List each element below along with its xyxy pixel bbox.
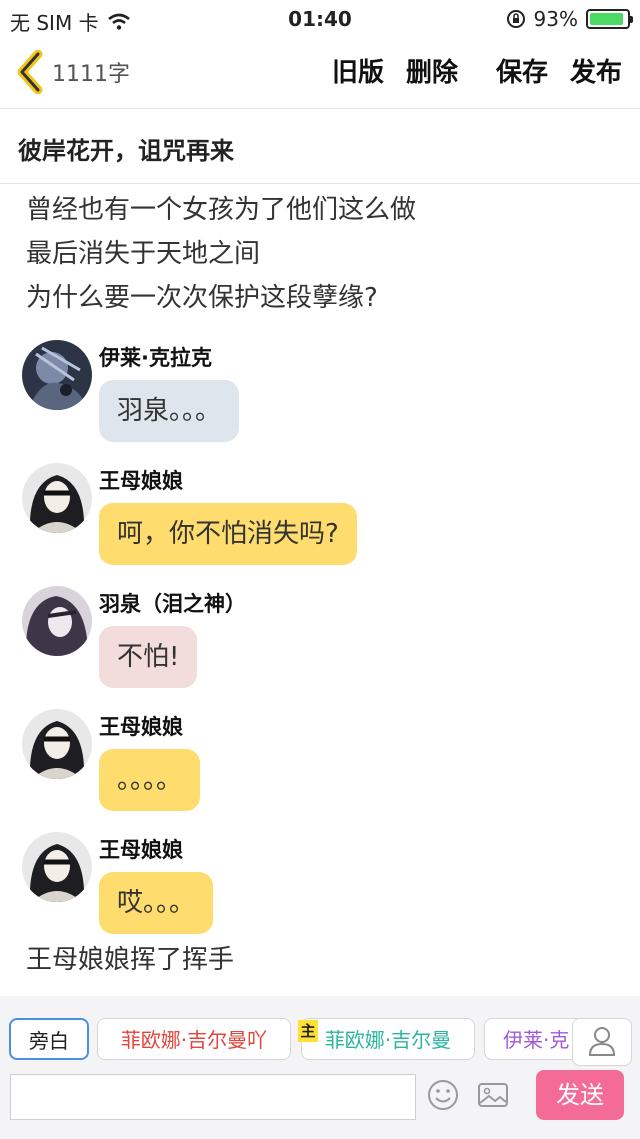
- character-selector: 旁白 菲欧娜·吉尔曼吖 菲欧娜·吉尔曼 伊莱·克: [0, 1018, 640, 1062]
- speaker-name: 伊莱·克拉克: [99, 346, 212, 370]
- emoji-button[interactable]: [426, 1078, 462, 1114]
- avatar[interactable]: [22, 586, 92, 656]
- speaker-name: 羽泉（泪之神）: [99, 592, 246, 616]
- character-chip[interactable]: 伊莱·克: [484, 1018, 584, 1060]
- character-chip-aside[interactable]: 旁白: [9, 1018, 89, 1060]
- narration-line: 曾经也有一个女孩为了他们这么做: [26, 195, 417, 225]
- narration-line: 为什么要一次次保护这段孽缘?: [26, 283, 378, 313]
- save-button[interactable]: 保存: [496, 52, 548, 89]
- main-character-badge: 主: [298, 1020, 318, 1042]
- delete-button[interactable]: 删除: [406, 52, 458, 89]
- speaker-name: 王母娘娘: [99, 838, 183, 862]
- message-bubble[interactable]: 哎。。。: [99, 872, 214, 934]
- orientation-lock-icon: [506, 10, 525, 28]
- send-button[interactable]: 发送: [536, 1070, 624, 1120]
- story-title-row[interactable]: 彼岸花开，诅咒再来: [0, 109, 640, 184]
- character-chip[interactable]: 菲欧娜·吉尔曼: [301, 1018, 475, 1060]
- publish-button[interactable]: 发布: [570, 52, 622, 89]
- story-title: 彼岸花开，诅咒再来: [18, 137, 234, 165]
- battery-icon: [586, 9, 633, 29]
- message-bubble[interactable]: 呵，你不怕消失吗?: [99, 503, 357, 565]
- image-icon: [478, 1083, 508, 1107]
- avatar[interactable]: [22, 340, 92, 410]
- chevron-left-icon: [17, 50, 43, 94]
- speaker-name: 王母娘娘: [99, 469, 183, 493]
- character-manage-button[interactable]: [572, 1018, 632, 1066]
- message-bubble[interactable]: 羽泉。。。: [99, 380, 240, 442]
- narration-block: 曾经也有一个女孩为了他们这么做 最后消失于天地之间 为什么要一次次保护这段孽缘?: [26, 188, 416, 320]
- nav-bar: 1111字 旧版 删除 保存 发布: [0, 36, 640, 109]
- message-input[interactable]: [10, 1074, 416, 1120]
- message-bubble[interactable]: 不怕!: [99, 626, 198, 688]
- nav-actions: 旧版 删除 保存 发布: [332, 52, 622, 89]
- narration-line: 最后消失于天地之间: [26, 239, 261, 269]
- user-icon: [588, 1027, 616, 1056]
- avatar[interactable]: [22, 709, 92, 779]
- message-bubble[interactable]: 。。。。: [99, 749, 201, 811]
- composer-panel: 旁白 菲欧娜·吉尔曼吖 菲欧娜·吉尔曼 伊莱·克 主 发送: [0, 996, 640, 1139]
- back-button[interactable]: 1111字: [14, 50, 130, 94]
- word-count: 1111字: [52, 62, 130, 87]
- status-right: 93%: [506, 7, 633, 31]
- avatar[interactable]: [22, 463, 92, 533]
- emoji-icon: [428, 1080, 458, 1110]
- old-version-button[interactable]: 旧版: [332, 52, 384, 89]
- avatar[interactable]: [22, 832, 92, 902]
- speaker-name: 王母娘娘: [99, 715, 183, 739]
- battery-percent: 93%: [533, 7, 578, 31]
- character-chip[interactable]: 菲欧娜·吉尔曼吖: [97, 1018, 291, 1060]
- image-button[interactable]: [476, 1078, 512, 1114]
- narration-line: 王母娘娘挥了挥手: [26, 945, 235, 975]
- status-bar: 无 SIM 卡 01:40 93%: [0, 0, 640, 36]
